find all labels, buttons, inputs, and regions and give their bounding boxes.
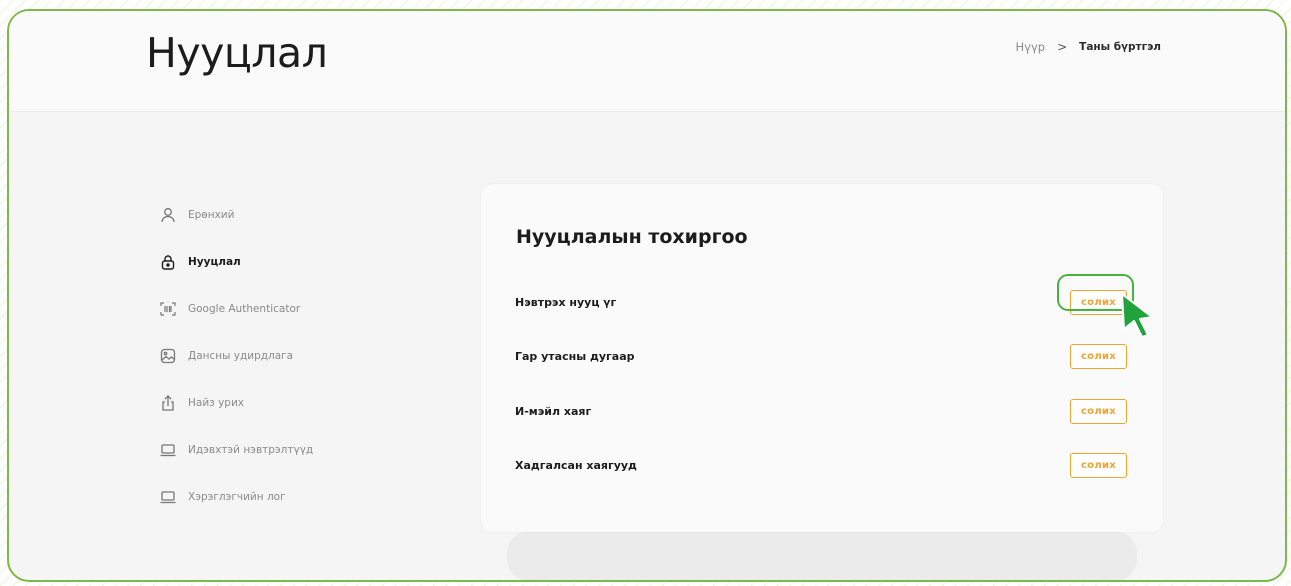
sidebar-item-label: Ерөнхий <box>188 208 235 221</box>
change-saved-addresses-button[interactable]: солих <box>1070 452 1127 478</box>
settings-sidebar: Ерөнхий Нууцлал Google Authenticator Дан… <box>160 191 313 520</box>
setting-label: Гар утасны дугаар <box>515 349 635 363</box>
sidebar-item-user-log[interactable]: Хэрэглэгчийн лог <box>160 473 313 520</box>
breadcrumb: Нүүр > Таны бүртгэл <box>1016 40 1161 54</box>
laptop-icon <box>160 442 176 458</box>
setting-row-email: И-мэйл хаяг солих <box>515 396 1127 426</box>
change-phone-button[interactable]: солих <box>1070 343 1127 369</box>
mouse-cursor-icon <box>1119 292 1155 342</box>
sidebar-item-label: Нууцлал <box>188 255 241 268</box>
card-title: Нууцлалын тохиргоо <box>516 226 748 248</box>
setting-label: И-мэйл хаяг <box>515 404 592 418</box>
laptop-icon <box>160 489 176 505</box>
setting-row-phone: Гар утасны дугаар солих <box>515 341 1127 371</box>
sidebar-item-label: Google Authenticator <box>188 302 301 315</box>
sidebar-item-google-authenticator[interactable]: Google Authenticator <box>160 285 313 332</box>
share-icon <box>160 394 176 411</box>
setting-row-saved-addresses: Хадгалсан хаягууд солих <box>515 450 1127 480</box>
sidebar-item-label: Идэвхтэй нэвтрэлтүүд <box>188 443 314 456</box>
sidebar-item-general[interactable]: Ерөнхий <box>160 191 313 238</box>
sidebar-item-invite-friend[interactable]: Найз урих <box>160 379 313 426</box>
lock-icon <box>160 254 176 270</box>
setting-label: Нэвтрэх нууц үг <box>515 295 617 309</box>
page-title: Нууцлал <box>146 29 328 77</box>
setting-row-password: Нэвтрэх нууц үг солих <box>515 287 1127 317</box>
security-settings-card: Нууцлалын тохиргоо Нэвтрэх нууц үг солих… <box>481 184 1163 532</box>
app-window: Нууцлал Нүүр > Таны бүртгэл Ерөнхий Нууц… <box>7 9 1287 582</box>
barcode-scan-icon <box>160 301 176 317</box>
breadcrumb-current: Таны бүртгэл <box>1079 41 1161 53</box>
setting-label: Хадгалсан хаягууд <box>515 458 637 472</box>
page-header: Нууцлал Нүүр > Таны бүртгэл <box>9 11 1285 112</box>
sidebar-item-active-sessions[interactable]: Идэвхтэй нэвтрэлтүүд <box>160 426 313 473</box>
sidebar-item-account-management[interactable]: Дансны удирдлага <box>160 332 313 379</box>
card-shadow <box>507 531 1137 580</box>
sidebar-item-label: Найз урих <box>188 396 244 409</box>
image-icon <box>160 348 176 364</box>
change-email-button[interactable]: солих <box>1070 398 1127 424</box>
breadcrumb-separator: > <box>1057 40 1068 54</box>
sidebar-item-security[interactable]: Нууцлал <box>160 238 313 285</box>
user-icon <box>160 207 176 223</box>
breadcrumb-home-link[interactable]: Нүүр <box>1016 40 1046 54</box>
sidebar-item-label: Дансны удирдлага <box>188 349 294 362</box>
sidebar-item-label: Хэрэглэгчийн лог <box>188 490 286 503</box>
